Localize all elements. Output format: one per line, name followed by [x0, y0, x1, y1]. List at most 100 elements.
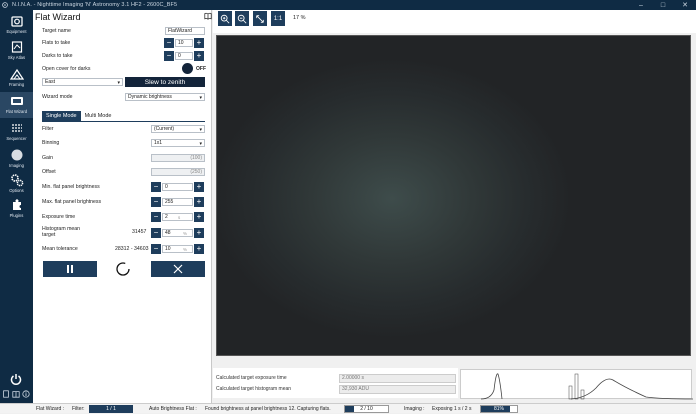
toggle-knob: [182, 63, 193, 74]
info-icon[interactable]: [22, 390, 30, 398]
hist-mean-increment-button[interactable]: +: [194, 228, 204, 238]
histogram-curve-left: [480, 373, 503, 400]
offset-input[interactable]: (250): [151, 168, 205, 176]
max-flat-input[interactable]: 255: [162, 198, 193, 206]
gain-label: Gain: [42, 155, 53, 161]
sidebar-item-sky-atlas[interactable]: Sky Atlas: [0, 38, 33, 64]
status-filter-progress: 1 / 1: [89, 405, 133, 413]
target-mean-row: Calculated target histogram mean 32,930 …: [216, 384, 456, 394]
tolerance-input[interactable]: 10 %: [162, 245, 193, 253]
target-name-label: Target name: [42, 28, 71, 34]
histogram-svg: [480, 373, 694, 400]
sidebar-item-sequencer[interactable]: Sequencer: [0, 119, 33, 145]
filter-select[interactable]: (Current) ▾: [151, 125, 205, 133]
flat-wizard-panel: Flat Wizard Target name FlatWizard Flats…: [33, 10, 212, 403]
histogram-mean-row: Histogram mean target 31457 − 48 % +: [42, 226, 205, 240]
chevron-down-icon: ▾: [117, 80, 120, 86]
close-icon: [173, 264, 183, 274]
sidebar-item-plugins[interactable]: Plugins: [0, 196, 33, 222]
image-toolbar: 1:1 17 %: [213, 10, 696, 33]
hist-mean-decrement-button[interactable]: −: [151, 228, 161, 238]
flats-to-take-input[interactable]: 10: [175, 39, 193, 47]
target-name-input[interactable]: FlatWizard: [165, 27, 205, 35]
sidebar-item-framing[interactable]: Framing: [0, 65, 33, 91]
sidebar-item-equipment[interactable]: Equipment: [0, 12, 33, 38]
darks-increment-button[interactable]: +: [194, 51, 204, 61]
sidebar: Equipment Sky Atlas Framing Flat Wizard …: [0, 10, 33, 403]
imaging-icon: [11, 149, 22, 161]
gain-input[interactable]: (100): [151, 154, 205, 162]
fit-to-screen-button[interactable]: [253, 11, 267, 26]
minimize-button[interactable]: –: [630, 0, 652, 10]
offset-label: Offset: [42, 169, 56, 175]
zoom-in-button[interactable]: [218, 11, 232, 26]
sequencer-icon: [11, 124, 22, 132]
exposure-unit: s: [178, 215, 181, 220]
book-icon[interactable]: [12, 390, 20, 398]
zoom-out-button[interactable]: [235, 11, 249, 26]
darks-to-take-input[interactable]: 0: [175, 52, 193, 60]
toggle-state: OFF: [196, 65, 206, 72]
tolerance-unit: %: [183, 247, 188, 252]
open-cover-toggle[interactable]: OFF: [182, 63, 210, 74]
close-window-button[interactable]: ✕: [674, 0, 696, 10]
histogram-bar: [574, 373, 579, 400]
mean-tolerance-row: Mean tolerance 28312 - 34603 − 10 % +: [42, 244, 205, 254]
tolerance-increment-button[interactable]: +: [194, 244, 204, 254]
flats-increment-button[interactable]: +: [194, 38, 204, 48]
min-flat-decrement-button[interactable]: −: [151, 182, 161, 192]
title-bar: N.I.N.A. - Nighttime Imaging 'N' Astrono…: [0, 0, 696, 10]
darks-to-take-label: Darks to take: [42, 53, 73, 59]
flat-wizard-icon: [10, 97, 23, 105]
target-mean-label: Calculated target histogram mean: [216, 386, 292, 392]
exposure-increment-button[interactable]: +: [194, 212, 204, 222]
binning-select[interactable]: 1x1 ▾: [151, 139, 205, 147]
min-flat-input[interactable]: 0: [162, 183, 193, 191]
pause-button[interactable]: [43, 261, 97, 277]
sidebar-item-imaging[interactable]: Imaging: [0, 146, 33, 172]
power-icon[interactable]: [9, 372, 23, 386]
sidebar-item-options[interactable]: Options: [0, 171, 33, 197]
gear-icon: [10, 174, 23, 187]
exposure-input[interactable]: 2 s: [162, 213, 193, 221]
open-cover-row: Open cover for darks: [42, 64, 205, 74]
flat-stats: Calculated target exposure time 2.00000 …: [213, 368, 458, 398]
exposure-decrement-button[interactable]: −: [151, 212, 161, 222]
histogram-bar: [580, 389, 585, 400]
cancel-button[interactable]: [151, 261, 205, 277]
target-name-row: Target name FlatWizard: [42, 26, 205, 36]
zoom-out-icon: [237, 14, 247, 23]
filter-label: Filter: [42, 126, 54, 132]
tab-multi-mode[interactable]: Multi Mode: [81, 111, 116, 121]
image-preview[interactable]: [216, 35, 691, 356]
wizard-mode-select[interactable]: Dynamic brightness ▾: [125, 93, 205, 101]
one-to-one-button[interactable]: 1:1: [271, 11, 285, 26]
hist-mean-input[interactable]: 48 %: [162, 229, 193, 237]
darks-decrement-button[interactable]: −: [164, 51, 174, 61]
min-flat-increment-button[interactable]: +: [194, 182, 204, 192]
slew-to-zenith-button[interactable]: Slew to zenith: [125, 77, 205, 87]
zoom-level: 17 %: [293, 15, 306, 21]
open-book-icon[interactable]: [204, 12, 212, 20]
puzzle-icon: [12, 199, 21, 210]
histogram-mean-label: Histogram mean target: [42, 226, 81, 238]
window-controls: – □ ✕: [630, 0, 696, 10]
chevron-down-icon: ▾: [199, 141, 202, 147]
maximize-button[interactable]: □: [652, 0, 674, 10]
flats-decrement-button[interactable]: −: [164, 38, 174, 48]
window-title: N.I.N.A. - Nighttime Imaging 'N' Astrono…: [12, 2, 178, 8]
tab-single-mode[interactable]: Single Mode: [42, 111, 81, 121]
direction-select[interactable]: East ▾: [42, 78, 123, 86]
mode-tabs: Single Mode Multi Mode: [42, 111, 115, 121]
max-flat-decrement-button[interactable]: −: [151, 197, 161, 207]
sidebar-item-flat-wizard[interactable]: Flat Wizard: [0, 92, 33, 118]
histogram-curve-right: [570, 378, 694, 400]
tolerance-decrement-button[interactable]: −: [151, 244, 161, 254]
max-flat-increment-button[interactable]: +: [194, 197, 204, 207]
target-exposure-value: 2.00000 s: [339, 373, 456, 383]
open-cover-label: Open cover for darks: [42, 66, 91, 72]
log-icon[interactable]: [2, 390, 10, 398]
hist-mean-unit: %: [183, 231, 188, 236]
mean-tolerance-readout: 28312 - 34603: [115, 246, 149, 252]
mean-tolerance-label: Mean tolerance: [42, 246, 78, 252]
